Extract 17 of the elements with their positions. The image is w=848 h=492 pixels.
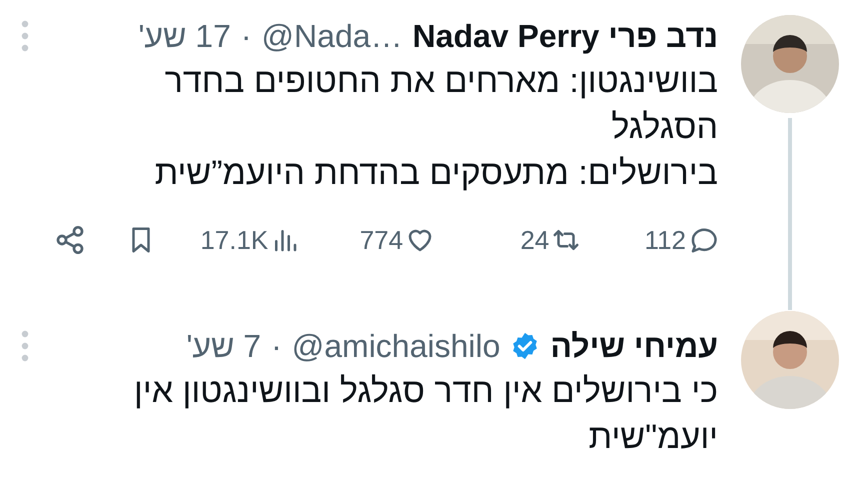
post-text: כי בירושלים אין חדר סגלגל ובוושינגטון אין יועמ"שית (133, 371, 718, 458)
post-text: בוושינגטון: מארחים את החטופים בחדר הסגלגל (164, 61, 718, 148)
post-time[interactable]: 17 שע' (138, 14, 231, 58)
stat-view-button[interactable]: 17.1K (156, 224, 300, 256)
separator-dot: · (271, 327, 282, 366)
user-handle[interactable]: @amichaishilo (292, 324, 500, 368)
author-name[interactable]: עמיחי שילה (550, 324, 718, 368)
author-name[interactable]: נדב פרי Nadav Perry (412, 14, 718, 58)
post-time[interactable]: 7 שע' (186, 324, 262, 368)
post-text: בירושלים: מתעסקים בהדחת היועמ”שית (154, 153, 718, 194)
stat-repost-button[interactable]: 24 (435, 224, 582, 256)
share-button[interactable] (54, 224, 86, 256)
share-icon (54, 224, 86, 256)
stat-replie-button[interactable]: 112 (581, 224, 718, 256)
user-handle[interactable]: @Nada… (262, 14, 403, 58)
stat-like-button[interactable]: 774 (300, 224, 436, 256)
separator-dot: · (240, 17, 252, 56)
